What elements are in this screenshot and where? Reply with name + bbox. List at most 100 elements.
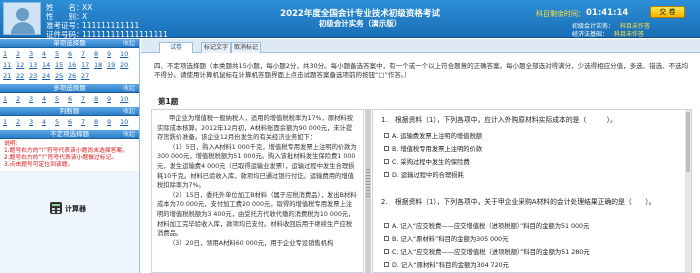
section-header-multiple-choice: 多项选择题 收起	[0, 84, 139, 93]
question-grid-single-choice: 1 2 3 4 5 6 7 8 9 1011 12 13 14 15 16 17 18 19 2021 22 23 24 2…	[0, 48, 139, 84]
question-link[interactable]: 9	[107, 50, 119, 59]
question-link[interactable]: 8	[94, 50, 106, 59]
question-navigator: 单项选择题 收起 1 2 3 4 5 6 7 8 9 1011 12 13 14 15 16 17 18 19 20…	[0, 39, 140, 273]
question-link[interactable]: 26	[68, 72, 80, 81]
collapse-button[interactable]: 收起	[123, 107, 135, 116]
checkbox[interactable]	[384, 146, 389, 151]
section-header-true-false: 判断题 收起	[0, 107, 139, 116]
question-link[interactable]: 3	[29, 50, 41, 59]
calculator-label: 计算器	[65, 205, 86, 213]
checkbox[interactable]	[384, 133, 389, 138]
pane-splitter[interactable]	[365, 109, 371, 273]
candidate-name: 姓 名：XX	[46, 3, 93, 12]
question-link[interactable]: 4	[42, 50, 54, 59]
question-link[interactable]: 24	[42, 72, 54, 81]
case-material: 甲企业为增值税一般纳税人，适用的增值税税率为17%，原材料按实际成本核算。201…	[151, 109, 364, 273]
candidate-exam-id: 准考证号：111111111111	[46, 21, 140, 30]
question-link[interactable]: 20	[120, 61, 132, 70]
question-link[interactable]: 9	[107, 118, 119, 127]
collapse-button[interactable]: 收起	[123, 84, 135, 93]
tab-mark-text[interactable]: 标记文字	[201, 42, 231, 53]
collapse-button[interactable]: 收起	[123, 130, 135, 139]
question-link[interactable]: 10	[120, 95, 132, 104]
option-2-a[interactable]: A. 记入“应交税费——应交增值税（进项税额）”科目的金额为51 000元	[384, 222, 589, 231]
question-link[interactable]: 11	[3, 61, 15, 70]
option-2-c[interactable]: C. 记入“应交税费——应交增值税（进项税额）”科目的金额为51 280元	[384, 248, 590, 257]
section-header-single-choice: 单项选择题 收起	[0, 39, 139, 48]
candidate-avatar	[3, 2, 41, 35]
section-instructions: 四、不定项选择题（本类题共15小题，每小题2分，共30分。每小题备选答案中，有一…	[154, 62, 689, 79]
question-link[interactable]: 27	[81, 72, 93, 81]
timer-value: 01:41:14	[586, 8, 629, 18]
question-link[interactable]: 5	[55, 118, 67, 127]
question-link[interactable]: 15	[55, 61, 67, 70]
question-link[interactable]: 4	[42, 118, 54, 127]
tab-paper[interactable]: 试卷	[159, 42, 193, 53]
instructions-note: 说明: 1.题号右方的“!”符号代表该小题尚未选择答案。 2.题号右方的“?”符…	[0, 139, 139, 171]
option-1-c[interactable]: C. 采购过程中发生的保险费	[384, 158, 470, 167]
question-link[interactable]: 9	[107, 95, 119, 104]
exam-subtitle: 初级会计实务（演示版）	[318, 19, 402, 28]
question-link[interactable]: 1	[3, 118, 15, 127]
question-link[interactable]: 2	[16, 95, 28, 104]
question-link[interactable]: 13	[29, 61, 41, 70]
question-link[interactable]: 18	[94, 61, 106, 70]
tab-bar: 试卷 标记文字 取消标记	[141, 39, 700, 53]
checkbox[interactable]	[384, 262, 389, 267]
checkbox[interactable]	[384, 159, 389, 164]
question-link[interactable]: 8	[94, 118, 106, 127]
question-link[interactable]: 10	[120, 118, 132, 127]
question-link[interactable]: 23	[29, 72, 41, 81]
question-link[interactable]: 3	[29, 95, 41, 104]
question-link[interactable]: 5	[55, 95, 67, 104]
question-link[interactable]: 7	[81, 95, 93, 104]
option-1-b[interactable]: B. 增值税专用发票上注明的价款	[384, 145, 482, 154]
exam-title-block: 2022年度全国会计专业技术初级资格考试 初级会计实务（演示版）	[270, 9, 450, 29]
question-link[interactable]: 8	[94, 95, 106, 104]
question-link[interactable]: 21	[3, 72, 15, 81]
question-link[interactable]: 12	[16, 61, 28, 70]
question-link[interactable]: 7	[81, 118, 93, 127]
question-link[interactable]: 16	[68, 61, 80, 70]
question-link[interactable]: 5	[55, 50, 67, 59]
question-link[interactable]: 6	[68, 118, 80, 127]
subject-status-law: 经济法基础： 科目未作答	[572, 31, 645, 38]
question-link[interactable]: 6	[68, 50, 80, 59]
question-link[interactable]: 22	[16, 72, 28, 81]
exam-title: 2022年度全国会计专业技术初级资格考试	[280, 9, 440, 19]
option-1-a[interactable]: A. 运输费发票上注明的增值税额	[384, 132, 482, 141]
question-number: 第1题	[158, 97, 179, 106]
question-link[interactable]: 1	[3, 50, 15, 59]
question-link[interactable]: 19	[107, 61, 119, 70]
checkbox[interactable]	[384, 223, 389, 228]
question-link[interactable]: 3	[29, 118, 41, 127]
checkbox[interactable]	[384, 249, 389, 254]
option-2-d[interactable]: D. 记入“原材料”科目的金额为304 720元	[384, 261, 509, 270]
question-link[interactable]: 25	[55, 72, 67, 81]
calculator-icon	[50, 202, 62, 214]
section-header-indefinite-choice: 不定项选择题 收起	[0, 130, 139, 139]
question-link[interactable]: 2	[16, 118, 28, 127]
question-link[interactable]: 2	[16, 50, 28, 59]
question-link[interactable]: 1	[3, 95, 15, 104]
question-link[interactable]: 14	[42, 61, 54, 70]
option-1-d[interactable]: D. 运输过程中的合理损耗	[384, 171, 464, 180]
question-link[interactable]: 7	[81, 50, 93, 59]
checkbox[interactable]	[384, 236, 389, 241]
question-link[interactable]: 17	[81, 61, 93, 70]
question-link[interactable]: 6	[68, 95, 80, 104]
tab-unmark[interactable]: 取消标记	[231, 42, 261, 53]
option-2-b[interactable]: B. 记入“原材料”科目的金额为305 000元	[384, 235, 508, 244]
submit-button[interactable]: 交 卷	[650, 6, 685, 18]
question-grid-true-false: 1 2 3 4 5 6 7 8 9 10	[0, 116, 139, 130]
scrollbar[interactable]	[685, 110, 691, 272]
question-link[interactable]: 4	[42, 95, 54, 104]
question-grid-multiple-choice: 1 2 3 4 5 6 7 8 9 10	[0, 93, 139, 107]
sub-question-1: 1. 根据资料（1），下列各项中，应计入外购原材料实际成本的是（ ）。	[381, 116, 617, 124]
collapse-button[interactable]: 收起	[123, 39, 135, 48]
calculator-button[interactable]: 计算器	[50, 202, 90, 214]
candidate-gender: 性 别：X	[46, 12, 88, 21]
question-area: 试卷 标记文字 取消标记 四、不定项选择题（本类题共15小题，每小题2分，共30…	[141, 39, 700, 273]
checkbox[interactable]	[384, 172, 389, 177]
question-link[interactable]: 10	[120, 50, 132, 59]
